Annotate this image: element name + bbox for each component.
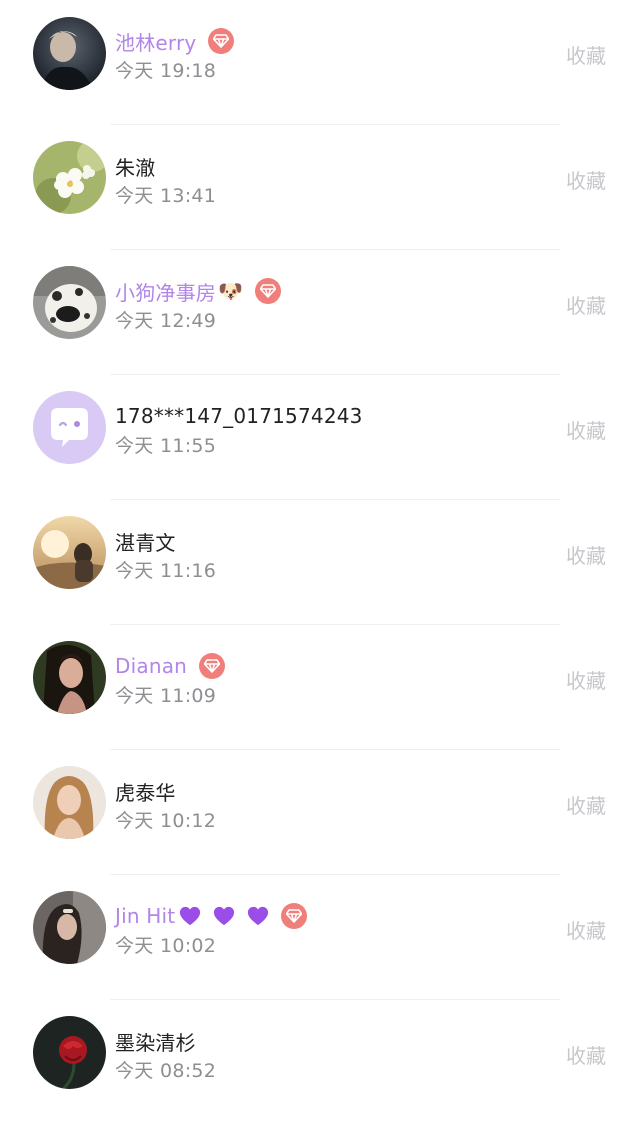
name-line: 178***147_0171574243 (115, 401, 363, 431)
avatar[interactable] (33, 516, 106, 589)
list-item[interactable]: 虎泰华 今天 10:12 收藏 (0, 750, 640, 875)
contact-name: 湛青文 (115, 530, 176, 555)
avatar[interactable] (33, 17, 106, 90)
timestamp: 今天 10:12 (115, 810, 217, 832)
favorite-button[interactable]: 收藏 (566, 665, 606, 694)
name-line: Jin Hit (115, 901, 308, 931)
name-line: Dianan (115, 651, 226, 681)
name-line: 湛青文 (115, 526, 176, 556)
contact-name: 墨染清杉 (115, 1030, 196, 1055)
list-item[interactable]: Dianan 今天 11:09 收藏 (0, 625, 640, 750)
list-item[interactable]: 朱澈 今天 13:41 收藏 (0, 125, 640, 250)
list-item[interactable]: 178***147_0171574243 今天 11:55 收藏 (0, 375, 640, 500)
contact-name: 朱澈 (115, 155, 156, 180)
timestamp: 今天 10:02 (115, 935, 217, 957)
favorite-button[interactable]: 收藏 (566, 790, 606, 819)
name-line: 小狗净事房 🐶 (115, 276, 281, 306)
avatar[interactable] (33, 141, 106, 214)
timestamp: 今天 12:49 (115, 310, 217, 332)
timestamp: 今天 19:18 (115, 60, 217, 82)
vip-diamond-icon (199, 653, 226, 679)
avatar[interactable] (33, 766, 106, 839)
list-item[interactable]: 小狗净事房 🐶 今天 12:49 收藏 (0, 250, 640, 375)
dog-emoji-icon: 🐶 (218, 279, 243, 303)
contact-name: 池林erry (115, 30, 197, 55)
timestamp: 今天 11:55 (115, 435, 217, 457)
avatar[interactable] (33, 891, 106, 964)
purple-heart-icon (180, 906, 201, 926)
favorite-button[interactable]: 收藏 (566, 165, 606, 194)
contact-name: 178***147_0171574243 (115, 404, 363, 428)
purple-heart-icon (248, 906, 269, 926)
name-line: 池林erry (115, 26, 235, 56)
contact-name: Jin Hit (115, 904, 176, 928)
list-item[interactable]: Jin Hit 今天 10:02 收藏 (0, 875, 640, 1000)
favorite-button[interactable]: 收藏 (566, 540, 606, 569)
favorite-button[interactable]: 收藏 (566, 290, 606, 319)
avatar[interactable] (33, 1016, 106, 1089)
name-line: 虎泰华 (115, 776, 176, 806)
vip-diamond-icon (281, 903, 308, 929)
favorite-button[interactable]: 收藏 (566, 1040, 606, 1069)
timestamp: 今天 11:09 (115, 685, 217, 707)
list-item[interactable]: 墨染清杉 今天 08:52 收藏 (0, 1000, 640, 1125)
timestamp: 今天 11:16 (115, 560, 217, 582)
avatar[interactable] (33, 641, 106, 714)
timestamp: 今天 08:52 (115, 1060, 217, 1082)
name-line: 朱澈 (115, 151, 155, 181)
avatar[interactable] (33, 266, 106, 339)
name-line: 墨染清杉 (115, 1026, 196, 1056)
favorite-button[interactable]: 收藏 (566, 415, 606, 444)
favorite-button[interactable]: 收藏 (566, 915, 606, 944)
contact-name: 虎泰华 (115, 780, 176, 805)
vip-diamond-icon (208, 28, 235, 54)
timestamp: 今天 13:41 (115, 185, 217, 207)
contact-name: Dianan (115, 654, 188, 678)
list-item[interactable]: 湛青文 今天 11:16 收藏 (0, 500, 640, 625)
vip-diamond-icon (254, 278, 281, 304)
favorite-button[interactable]: 收藏 (566, 40, 606, 69)
contact-list: 池林erry 今天 19:18 收藏 朱澈 今天 13:41 收藏 小狗净事房 … (0, 0, 640, 1092)
avatar[interactable] (33, 391, 106, 464)
purple-heart-icon (214, 906, 235, 926)
list-item[interactable]: 池林erry 今天 19:18 收藏 (0, 0, 640, 125)
contact-name: 小狗净事房 (115, 280, 216, 305)
